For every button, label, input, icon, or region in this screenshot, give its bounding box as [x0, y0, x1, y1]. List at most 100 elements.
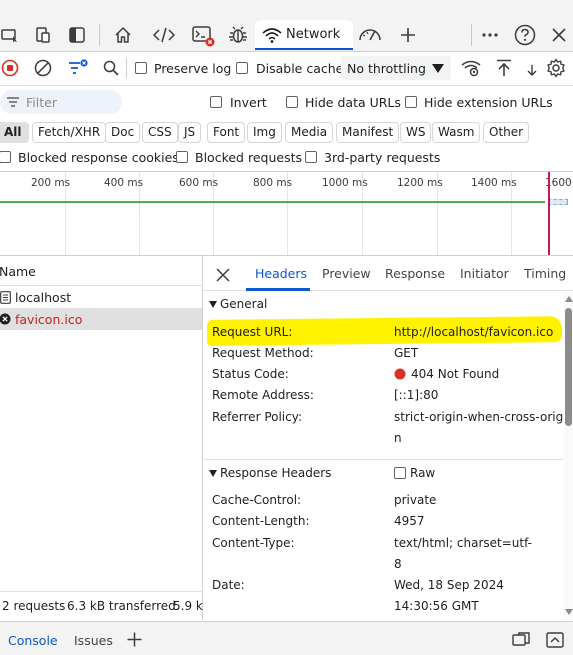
debugger-bug-icon[interactable] [227, 24, 249, 46]
hide-data-urls-checkbox[interactable] [286, 96, 298, 108]
hide-extension-urls-label: Hide extension URLs [424, 95, 553, 110]
general-title: General [220, 297, 268, 311]
type-filter-font[interactable]: Font [207, 122, 246, 143]
filter-input[interactable]: Filter [0, 90, 122, 114]
network-settings-gear-icon[interactable] [545, 57, 567, 79]
type-filter-wasm[interactable]: Wasm [432, 122, 481, 143]
blocked-requests-checkbox[interactable] [176, 151, 188, 163]
status-code-value: 404 Not Found [411, 367, 500, 381]
collapse-triangle-icon [208, 469, 217, 477]
preserve-log-checkbox[interactable] [135, 62, 147, 74]
console-error-icon[interactable] [191, 24, 217, 48]
performance-gauge-icon[interactable] [357, 24, 383, 46]
request-url-value: http://localhost/favicon.ico [394, 325, 554, 339]
remote-address-key: Remote Address: [212, 388, 314, 402]
content-type-key: Content-Type: [212, 536, 295, 550]
network-conditions-icon[interactable] [460, 58, 482, 78]
clear-log-icon[interactable] [33, 58, 53, 78]
stop-recording-icon[interactable] [0, 58, 20, 78]
type-filter-media[interactable]: Media [285, 122, 334, 143]
referrer-policy-value-wrap: n [394, 431, 402, 445]
raw-label: Raw [410, 466, 436, 480]
request-method-key: Request Method: [212, 346, 314, 360]
tab-preview[interactable]: Preview [322, 266, 371, 281]
device-mode-icon[interactable] [32, 24, 54, 46]
type-filter-fetch-xhr[interactable]: Fetch/XHR [32, 122, 107, 143]
tab-response[interactable]: Response [385, 266, 445, 281]
type-filter-img[interactable]: Img [247, 122, 282, 143]
timeline-tick: 400 ms [104, 177, 144, 189]
tab-network[interactable]: Network [255, 20, 353, 50]
timeline-tick: 200 ms [31, 177, 71, 189]
device-toolbar-icon[interactable] [0, 24, 20, 46]
more-options-icon[interactable] [479, 24, 501, 46]
drawer-tab-issues[interactable]: Issues [74, 633, 113, 648]
search-icon[interactable] [101, 58, 121, 78]
scroll-up-arrow-icon[interactable] [564, 295, 573, 303]
timeline-waiting-bar [0, 201, 545, 203]
hide-data-urls-label: Hide data URLs [305, 95, 401, 110]
filter-lines-icon [6, 96, 20, 108]
add-tool-plus-icon[interactable] [398, 24, 418, 46]
third-party-checkbox[interactable] [305, 151, 317, 163]
timeline-tick: 1200 ms [397, 177, 443, 189]
dropdown-arrow-icon [431, 62, 445, 74]
invert-checkbox[interactable] [210, 96, 222, 108]
request-count: 2 requests [2, 599, 66, 613]
request-name: favicon.ico [15, 312, 83, 327]
cache-control-key: Cache-Control: [212, 493, 302, 507]
wifi-icon [261, 26, 283, 44]
cache-control-value: private [394, 493, 437, 507]
tab-initiator[interactable]: Initiator [460, 266, 509, 281]
drawer-expand-icon[interactable] [545, 631, 565, 649]
type-filter-all[interactable]: All [0, 122, 29, 143]
tab-timing[interactable]: Timing [524, 266, 566, 281]
referrer-policy-value: strict-origin-when-cross-origi [394, 410, 567, 424]
request-method-value: GET [394, 346, 419, 360]
type-filter-doc[interactable]: Doc [105, 122, 141, 143]
disable-cache-label: Disable cache [256, 61, 344, 76]
type-filter-ws[interactable]: WS [400, 122, 432, 143]
table-row[interactable]: localhost [0, 287, 202, 308]
import-har-icon[interactable] [494, 57, 514, 79]
export-har-icon[interactable] [526, 60, 538, 78]
general-section-header[interactable]: General [203, 292, 565, 316]
name-column-header: Name [0, 264, 36, 279]
response-headers-section-header[interactable]: Response Headers [203, 461, 565, 485]
detail-scrollbar-thumb[interactable] [565, 308, 572, 426]
welcome-home-icon[interactable] [112, 24, 134, 46]
top-strip [0, 0, 573, 8]
throttling-select[interactable]: No throttling [341, 56, 451, 80]
timeline-load-marker [548, 172, 550, 255]
table-row-selected[interactable]: favicon.ico [0, 308, 202, 330]
drawer-dock-icon[interactable] [511, 631, 531, 649]
elements-code-icon[interactable] [152, 24, 176, 46]
blocked-requests-label: Blocked requests [195, 150, 302, 165]
drawer-tab-console[interactable]: Console [8, 633, 58, 648]
close-devtools-icon[interactable] [548, 24, 570, 46]
add-drawer-tab-plus-icon[interactable] [125, 630, 143, 648]
blocked-cookies-label: Blocked response cookies [18, 150, 179, 165]
close-details-icon[interactable] [213, 265, 233, 285]
toolbar-divider [471, 24, 472, 46]
tab-headers[interactable]: Headers [255, 266, 307, 281]
scroll-down-arrow-icon[interactable] [564, 608, 573, 616]
request-url-key: Request URL: [212, 325, 293, 339]
filter-funnel-icon[interactable] [66, 56, 90, 80]
raw-checkbox[interactable] [394, 467, 406, 479]
dock-side-icon[interactable] [66, 24, 88, 46]
tab-network-indicator [255, 48, 353, 50]
list-header-divider [0, 285, 203, 286]
help-icon[interactable] [513, 23, 537, 47]
hide-extension-urls-checkbox[interactable] [405, 96, 417, 108]
type-filter-manifest[interactable]: Manifest [336, 122, 400, 143]
content-length-value: 4957 [394, 514, 425, 528]
timeline-tick: 1400 ms [471, 177, 517, 189]
disable-cache-checkbox[interactable] [236, 62, 248, 74]
type-filter-css[interactable]: CSS [142, 122, 178, 143]
type-filter-other[interactable]: Other [483, 122, 530, 143]
blocked-cookies-checkbox[interactable] [0, 151, 11, 163]
type-filter-js[interactable]: JS [178, 122, 202, 143]
collapse-triangle-icon [208, 300, 217, 308]
error-x-icon [0, 312, 12, 326]
